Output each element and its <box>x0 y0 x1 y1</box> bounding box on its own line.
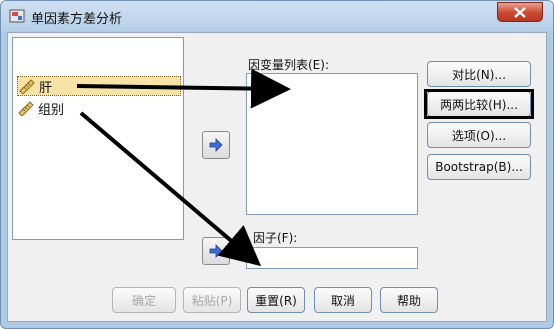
factor-field[interactable] <box>246 247 418 269</box>
dependent-list-label: 因变量列表(E): <box>248 58 329 72</box>
variable-item-group[interactable]: 组别 <box>17 98 181 118</box>
variable-label: 组别 <box>38 102 65 118</box>
dialog-window: 单因素方差分析 肝 组别 因变量列表(E): 因子(F): 对比(N)... 两… <box>0 0 554 329</box>
close-icon <box>514 7 526 18</box>
variable-list[interactable]: 肝 组别 <box>12 37 184 240</box>
cancel-button[interactable]: 取消 <box>314 287 372 313</box>
variable-label: 肝 <box>39 80 53 96</box>
title-bar[interactable]: 单因素方差分析 <box>1 1 553 31</box>
window-title: 单因素方差分析 <box>31 12 123 27</box>
app-icon <box>9 9 25 23</box>
ruler-scale-icon <box>19 79 35 94</box>
move-to-factor-button[interactable] <box>202 237 230 265</box>
move-to-dependent-button[interactable] <box>202 131 230 159</box>
factor-label: 因子(F): <box>253 231 298 245</box>
variable-item-liver[interactable]: 肝 <box>17 76 181 96</box>
ruler-scale-icon <box>18 101 34 116</box>
paste-button[interactable]: 粘贴(P) <box>183 287 241 313</box>
right-arrow-icon <box>209 244 223 258</box>
reset-button[interactable]: 重置(R) <box>247 287 305 313</box>
right-arrow-icon <box>209 138 223 152</box>
contrasts-button[interactable]: 对比(N)... <box>427 61 531 87</box>
bootstrap-button[interactable]: Bootstrap(B)... <box>427 154 531 180</box>
options-button[interactable]: 选项(O)... <box>427 122 531 148</box>
close-button[interactable] <box>497 2 543 22</box>
ok-button[interactable]: 确定 <box>112 287 176 313</box>
dependent-list[interactable] <box>246 73 418 215</box>
help-button[interactable]: 帮助 <box>380 287 438 313</box>
annotation-highlight-box <box>424 89 534 119</box>
